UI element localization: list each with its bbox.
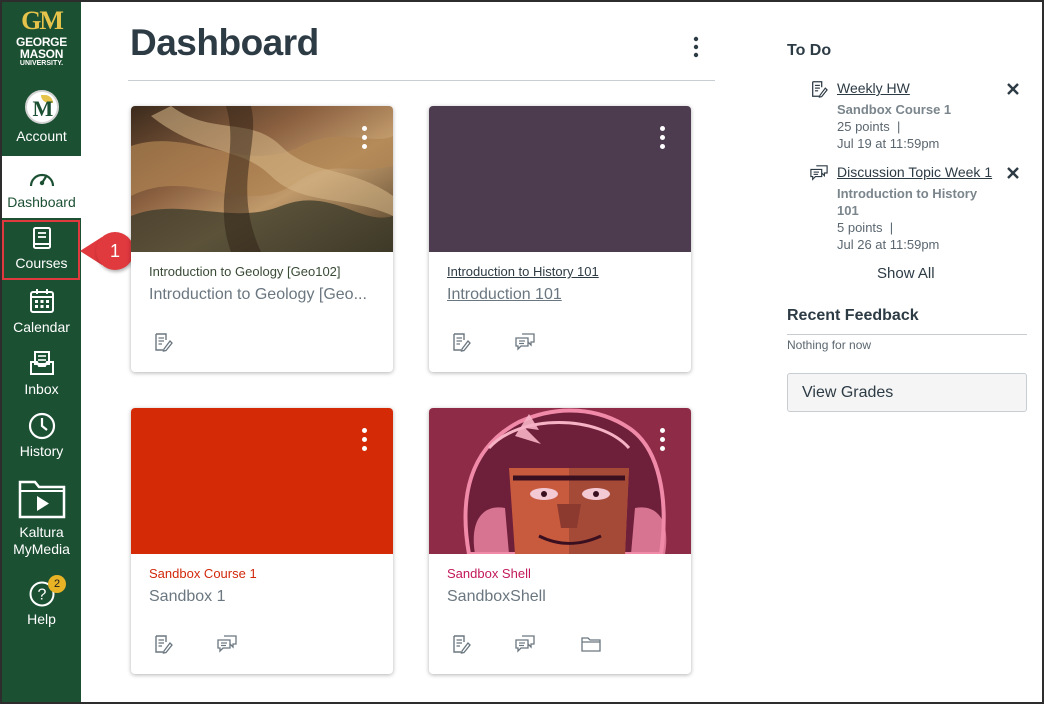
- dismiss-close-icon[interactable]: [1006, 166, 1020, 180]
- dashboard-gauge-icon: [29, 173, 54, 187]
- nav-calendar[interactable]: Calendar: [2, 288, 81, 348]
- logo-line-2: MASON: [19, 47, 64, 61]
- course-card-history[interactable]: Introduction to History 101 Introduction…: [429, 106, 691, 372]
- global-nav: GM GEORGE MASON UNIVERSITY. M Account Da…: [2, 2, 81, 702]
- todo-item-points: 5 points |: [837, 220, 894, 235]
- card-options-kebab-icon[interactable]: [359, 126, 369, 150]
- assignments-icon[interactable]: [153, 634, 173, 654]
- svg-text:?: ?: [37, 587, 46, 604]
- nav-dashboard[interactable]: Dashboard: [2, 156, 81, 218]
- calendar-icon: [29, 289, 54, 313]
- discussion-icon: [810, 165, 828, 181]
- assignment-icon: [812, 81, 828, 98]
- folder-play-icon: [18, 480, 65, 519]
- todo-points-text: 5 points: [837, 220, 883, 235]
- nav-dashboard-label: Dashboard: [7, 194, 76, 210]
- todo-item-course: Sandbox Course 1: [837, 102, 952, 117]
- nav-kaltura-label: Kaltura MyMedia: [13, 524, 70, 557]
- dismiss-close-icon[interactable]: [1006, 82, 1020, 96]
- card-hero-color[interactable]: [131, 408, 393, 554]
- nav-history-label: History: [19, 443, 64, 459]
- todo-item: Weekly HW Sandbox Course 1 25 points | J…: [810, 80, 1030, 154]
- assignments-icon[interactable]: [451, 634, 471, 654]
- page-title: Dashboard: [130, 22, 319, 63]
- nav-history[interactable]: History: [2, 412, 81, 472]
- nav-help[interactable]: ? Help: [2, 580, 81, 640]
- card-subtitle: Introduction 101: [447, 286, 562, 303]
- courses-highlight-box: [2, 220, 80, 280]
- todo-item-points: 25 points |: [837, 119, 901, 134]
- course-card-sandbox-course-1[interactable]: Sandbox Course 1 Sandbox 1: [131, 408, 393, 674]
- nav-account-label: Account: [16, 128, 67, 144]
- view-grades-button[interactable]: View Grades: [787, 373, 1027, 412]
- card-hero-patriot-mascot-image[interactable]: [429, 408, 691, 554]
- discussions-icon[interactable]: [515, 634, 535, 654]
- nav-kaltura[interactable]: Kaltura MyMedia: [2, 476, 81, 566]
- gmu-logo[interactable]: GM GEORGE MASON UNIVERSITY.: [2, 6, 81, 78]
- inbox-icon: [29, 351, 54, 375]
- discussions-icon[interactable]: [515, 332, 535, 352]
- header-divider: [128, 80, 715, 81]
- todo-points-text: 25 points: [837, 119, 890, 134]
- card-title[interactable]: Introduction to History 101: [447, 264, 677, 279]
- assignments-icon[interactable]: [153, 332, 173, 352]
- avatar: M: [24, 90, 59, 124]
- nav-account[interactable]: M Account: [2, 90, 81, 152]
- nav-help-label: Help: [27, 611, 56, 627]
- todo-item-link[interactable]: Discussion Topic Week 1: [837, 164, 992, 180]
- nav-inbox-label: Inbox: [24, 381, 59, 397]
- card-title[interactable]: Introduction to Geology [Geo102]: [149, 264, 379, 279]
- clock-icon: [28, 412, 55, 440]
- nav-calendar-label: Calendar: [13, 319, 70, 335]
- card-options-kebab-icon[interactable]: [359, 428, 369, 452]
- card-subtitle: SandboxShell: [447, 588, 546, 605]
- dashboard-options-kebab-icon[interactable]: [688, 36, 704, 58]
- card-hero-color[interactable]: [429, 106, 691, 252]
- course-card-sandbox-shell[interactable]: Sandbox Shell SandboxShell: [429, 408, 691, 674]
- card-title[interactable]: Sandbox Course 1: [149, 566, 379, 581]
- recent-feedback-empty: Nothing for now: [787, 338, 872, 352]
- todo-item-link[interactable]: Weekly HW: [837, 80, 910, 96]
- todo-item: Discussion Topic Week 1 Introduction to …: [810, 164, 1030, 256]
- todo-item-due: Jul 19 at 11:59pm: [837, 136, 940, 151]
- todo-heading: To Do: [787, 42, 832, 59]
- help-notification-badge: 2: [48, 575, 66, 593]
- discussions-icon[interactable]: [217, 634, 237, 654]
- card-options-kebab-icon[interactable]: [657, 428, 667, 452]
- card-hero-canyon-image[interactable]: [131, 106, 393, 252]
- logo-monogram: GM: [21, 6, 64, 35]
- show-all-link[interactable]: Show All: [877, 265, 935, 282]
- todo-item-due: Jul 26 at 11:59pm: [837, 237, 940, 252]
- recent-feedback-heading: Recent Feedback: [787, 307, 919, 324]
- logo-line-3: UNIVERSITY.: [19, 60, 64, 67]
- todo-item-course: Introduction to History 101: [837, 186, 978, 218]
- card-title[interactable]: Sandbox Shell: [447, 566, 677, 581]
- assignments-icon[interactable]: [451, 332, 471, 352]
- nav-inbox[interactable]: Inbox: [2, 350, 81, 410]
- card-options-kebab-icon[interactable]: [657, 126, 667, 150]
- card-subtitle: Introduction to Geology [Geo...: [149, 286, 367, 303]
- course-card-geology[interactable]: Introduction to Geology [Geo102] Introdu…: [131, 106, 393, 372]
- callout-number: 1: [96, 232, 134, 270]
- files-icon[interactable]: [581, 634, 601, 654]
- card-subtitle: Sandbox 1: [149, 588, 226, 605]
- recent-feedback-divider: [787, 334, 1027, 335]
